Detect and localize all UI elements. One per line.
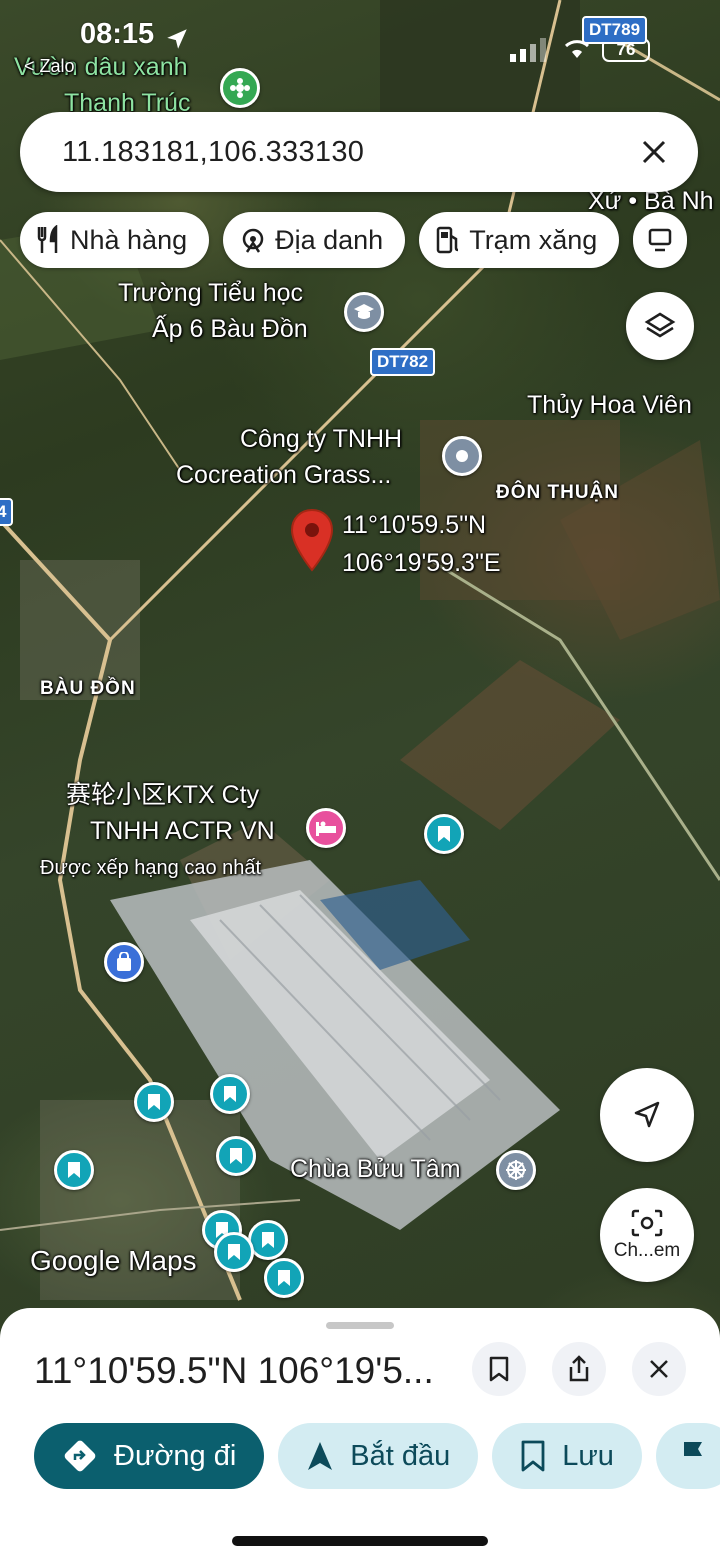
fork-knife-icon [37, 225, 58, 253]
temple-pin-icon[interactable] [496, 1150, 536, 1190]
save-icon-button[interactable] [472, 1342, 526, 1396]
chip-landmarks[interactable]: Địa danh [223, 212, 406, 268]
saved-place-pin-icon[interactable] [214, 1232, 254, 1272]
more-action-button[interactable] [655, 1423, 720, 1489]
shopping-pin-icon[interactable] [104, 942, 144, 982]
chip-restaurants[interactable]: Nhà hàng [20, 212, 210, 268]
sheet-drag-handle[interactable] [326, 1322, 394, 1329]
navigation-arrow-icon [634, 1101, 660, 1128]
area-label: BÀU ĐỒN [40, 678, 136, 699]
close-icon[interactable] [640, 138, 668, 166]
share-icon [569, 1355, 589, 1382]
gas-station-icon [436, 226, 459, 254]
landmark-icon [242, 228, 264, 253]
company-label[interactable]: Cocreation Grass... [176, 460, 391, 490]
road-shield: DT789 [582, 16, 648, 44]
back-to-app-link[interactable]: < Zalo [24, 56, 75, 78]
garden-pin-icon[interactable] [220, 68, 260, 108]
directions-icon [64, 1440, 96, 1472]
action-buttons-row: Đường đi Bắt đầu Lưu [34, 1423, 720, 1489]
saved-place-pin-icon[interactable] [248, 1220, 288, 1260]
directions-button[interactable]: Đường đi [34, 1423, 265, 1489]
my-location-button[interactable] [600, 1068, 694, 1162]
monitor-icon [649, 228, 672, 252]
flag-icon [683, 1442, 702, 1470]
chip-gas-stations[interactable]: Trạm xăng [419, 212, 620, 268]
layers-button[interactable] [626, 292, 694, 360]
place-label[interactable]: Thủy Hoa Viên [527, 390, 692, 420]
start-button[interactable]: Bắt đầu [278, 1423, 479, 1489]
signal-icon [510, 38, 546, 62]
place-sheet[interactable]: 11°10'59.5"N 106°19'5... Đường đi Bắt đầ… [0, 1308, 720, 1560]
location-arrow-icon [167, 29, 187, 49]
home-indicator[interactable] [232, 1536, 488, 1546]
chip-more[interactable] [633, 212, 688, 268]
close-sheet-button[interactable] [632, 1342, 686, 1396]
company-pin-icon[interactable] [442, 436, 482, 476]
area-label: ĐÔN THUẬN [496, 482, 619, 503]
temple-label[interactable]: Chùa Bửu Tâm [290, 1154, 461, 1184]
camera-lens-icon [631, 1209, 663, 1237]
saved-place-pin-icon[interactable] [424, 814, 464, 854]
school-label[interactable]: Ấp 6 Bàu Đồn [152, 314, 308, 344]
status-time: 08:15 [80, 18, 155, 50]
saved-place-pin-icon[interactable] [264, 1258, 304, 1298]
lens-label: Ch...em [613, 1240, 681, 1261]
hotel-label[interactable]: 赛轮小区KTX Cty [66, 780, 259, 810]
saved-place-pin-icon[interactable] [54, 1150, 94, 1190]
close-icon [650, 1360, 668, 1378]
google-maps-logo: Google Maps [30, 1245, 197, 1276]
bookmark-icon [489, 1356, 509, 1382]
hotel-label[interactable]: TNHH ACTR VN [90, 816, 275, 846]
place-title: 11°10'59.5"N 106°19'5... [34, 1350, 434, 1391]
search-bar[interactable]: 11.183181,106.333130 [20, 112, 698, 192]
school-label[interactable]: Trường Tiểu học [118, 278, 303, 308]
share-button[interactable] [552, 1342, 606, 1396]
pin-coordinate-lat: 11°10'59.5"N [342, 511, 487, 539]
lens-camera-button[interactable]: Ch...em [600, 1188, 694, 1282]
saved-place-pin-icon[interactable] [210, 1074, 250, 1114]
saved-place-pin-icon[interactable] [216, 1136, 256, 1176]
hotel-rating-label: Được xếp hạng cao nhất [40, 857, 262, 879]
hotel-pin-icon[interactable] [306, 808, 346, 848]
search-input[interactable]: 11.183181,106.333130 [62, 136, 640, 169]
bookmark-icon [521, 1440, 545, 1472]
category-chips: Nhà hàng Địa danh Trạm xăng [20, 212, 688, 268]
layers-icon [644, 312, 676, 338]
company-label[interactable]: Công ty TNHH [240, 424, 402, 454]
road-shield: DT782 [370, 348, 436, 376]
pin-coordinate-lng: 106°19'59.3"E [342, 549, 501, 577]
dropped-pin-icon[interactable] [290, 508, 334, 574]
save-button[interactable]: Lưu [492, 1423, 642, 1489]
road-shield: 4 [0, 498, 14, 526]
saved-place-pin-icon[interactable] [134, 1082, 174, 1122]
navigation-arrow-icon [308, 1442, 333, 1470]
school-pin-icon[interactable] [344, 292, 384, 332]
